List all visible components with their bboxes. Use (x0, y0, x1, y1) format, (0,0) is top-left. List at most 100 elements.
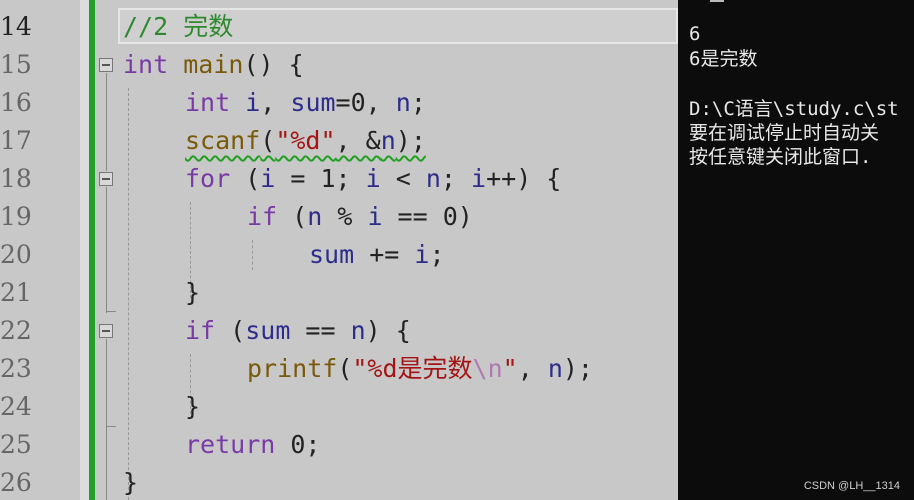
line-number: 22 (0, 316, 32, 345)
punctuation: ++) { (486, 164, 562, 193)
punctuation: += (354, 240, 415, 269)
variable: sum (290, 88, 336, 117)
punctuation: ); (562, 354, 593, 383)
code-line: return 0; (185, 426, 320, 464)
punctuation: == (290, 316, 351, 345)
line-number: 23 (0, 354, 32, 383)
closing-brace: } (185, 278, 201, 307)
variable: i (245, 88, 261, 117)
function-name: printf (247, 354, 338, 383)
line-number: 21 (0, 278, 32, 307)
indent-guide (252, 240, 253, 270)
line-number: 16 (0, 88, 32, 117)
code-line: if (sum == n) { (185, 312, 411, 350)
keyword: if (247, 202, 278, 231)
fold-end-marker (106, 311, 116, 312)
punctuation: 0; (275, 430, 321, 459)
code-editor[interactable]: 14 15 16 17 18 19 20 21 22 23 24 25 26 /… (0, 0, 678, 500)
console-output-line: D:\C语言\study.c\st (689, 98, 899, 120)
punctuation: ( (337, 354, 353, 383)
variable: sum (245, 316, 291, 345)
string-literal: "%d是完数 (352, 354, 473, 383)
fold-line (106, 187, 107, 313)
punctuation: ; (440, 164, 472, 193)
variable: n (425, 164, 441, 193)
line-number: 25 (0, 430, 32, 459)
code-line: } (185, 274, 200, 312)
punctuation: ) { (365, 316, 411, 345)
debug-console-window[interactable]: 6 6是完数 D:\C语言\study.c\st 要在调试停止时自动关 按任意键… (678, 0, 914, 500)
collapse-icon[interactable] (99, 58, 113, 72)
punctuation: ( (230, 164, 261, 193)
cursor-indicator (710, 0, 724, 2)
code-line: int i, sum=0, n; (185, 84, 426, 122)
code-line: printf("%d是完数\n", n); (247, 350, 593, 388)
punctuation: , (260, 88, 291, 117)
variable: n (350, 316, 366, 345)
selection-margin (80, 0, 89, 500)
console-output-line: 要在调试停止时自动关 (689, 122, 880, 144)
fold-line (106, 339, 107, 427)
keyword: if (185, 316, 216, 345)
variable: n (380, 126, 396, 155)
fold-line (106, 427, 107, 500)
outlining-margin (95, 0, 120, 500)
comment: //2 完数 (123, 12, 234, 41)
punctuation: == 0) (382, 202, 473, 231)
closing-brace: } (185, 392, 201, 421)
variable: i (260, 164, 276, 193)
function-name: scanf (185, 126, 261, 155)
punctuation: ( (215, 316, 246, 345)
punctuation: =0, (335, 88, 396, 117)
code-line: int main() { (123, 46, 304, 84)
punctuation: ); (395, 126, 426, 155)
variable: sum (309, 240, 355, 269)
console-output-line: 6 (689, 23, 701, 45)
variable: n (547, 354, 563, 383)
code-line: for (i = 1; i < n; i++) { (185, 160, 561, 198)
console-output-line: 按任意键关闭此窗口. (689, 146, 872, 168)
variable: n (307, 202, 323, 231)
line-number: 19 (0, 202, 32, 231)
collapse-icon[interactable] (99, 324, 113, 338)
console-output-line: 6是完数 (689, 48, 758, 70)
line-number: 20 (0, 240, 32, 269)
punctuation: () { (243, 50, 304, 79)
watermark: CSDN @LH__1314 (803, 480, 900, 492)
line-number: 18 (0, 164, 32, 193)
function-name: main (183, 50, 244, 79)
line-number: 14 (0, 12, 32, 41)
punctuation: = 1; (275, 164, 366, 193)
variable: n (395, 88, 411, 117)
closing-brace: } (123, 468, 139, 497)
keyword: int (123, 50, 169, 79)
punctuation: ( (260, 126, 276, 155)
variable: i (365, 164, 381, 193)
indent-guide (128, 88, 129, 500)
punctuation: , & (335, 126, 381, 155)
variable: i (367, 202, 383, 231)
code-line-with-warning: scanf("%d", &n); (185, 122, 426, 160)
punctuation: , (517, 354, 548, 383)
line-number: 15 (0, 50, 32, 79)
code-line: //2 完数 (123, 8, 233, 46)
collapse-icon[interactable] (99, 172, 113, 186)
fold-line (106, 73, 107, 171)
punctuation: % (322, 202, 368, 231)
string-literal: "%d" (275, 126, 336, 155)
line-number: 26 (0, 468, 32, 497)
string-literal: " (502, 354, 518, 383)
variable: i (414, 240, 430, 269)
fold-end-marker (106, 426, 116, 427)
variable: i (471, 164, 487, 193)
keyword: for (185, 164, 231, 193)
code-line: if (n % i == 0) (247, 198, 473, 236)
punctuation: ; (410, 88, 426, 117)
escape-sequence: \n (472, 354, 503, 383)
keyword: int (185, 88, 231, 117)
punctuation: < (380, 164, 426, 193)
punctuation: ; (429, 240, 445, 269)
code-line: sum += i; (309, 236, 445, 274)
line-number-gutter: 14 15 16 17 18 19 20 21 22 23 24 25 26 (0, 0, 80, 500)
code-line: } (185, 388, 200, 426)
